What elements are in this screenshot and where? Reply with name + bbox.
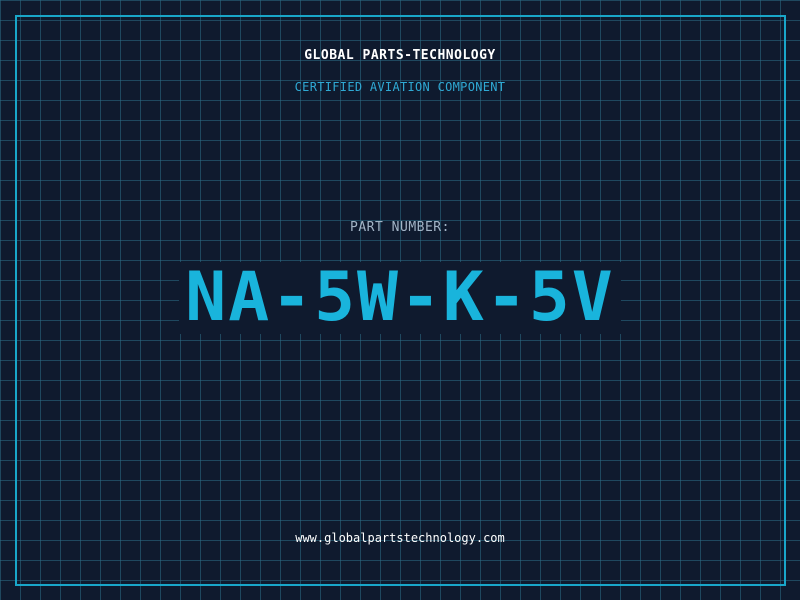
part-number-label: PART NUMBER:	[350, 220, 450, 235]
tagline: CERTIFIED AVIATION COMPONENT	[294, 80, 506, 94]
part-number-container: NA-5W-K-5V	[0, 262, 800, 334]
company-name: GLOBAL PARTS-TECHNOLOGY	[304, 48, 496, 63]
label-card: GLOBAL PARTS-TECHNOLOGY CERTIFIED AVIATI…	[0, 0, 800, 600]
website-link[interactable]: www.globalpartstechnology.com	[0, 531, 800, 545]
part-number-value: NA-5W-K-5V	[179, 262, 621, 334]
